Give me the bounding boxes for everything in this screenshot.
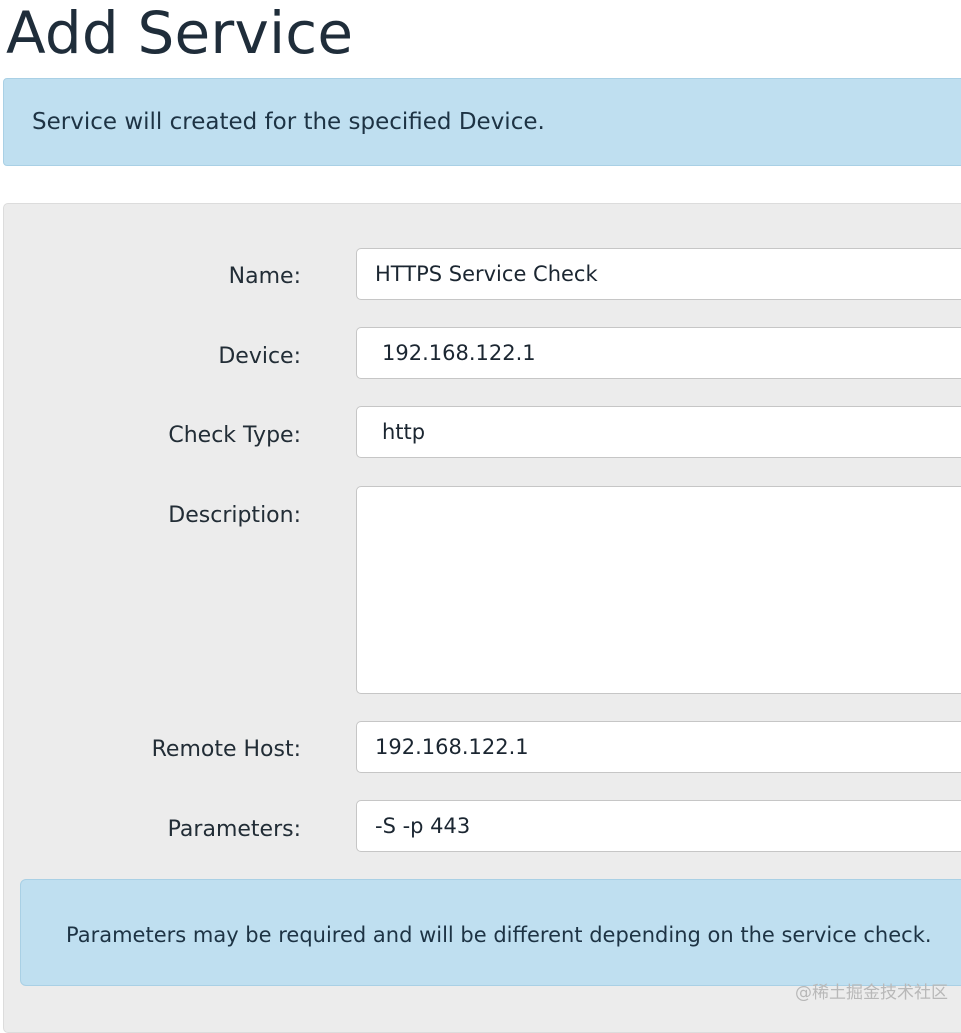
parameters-field[interactable]: -S -p 443 [356, 800, 961, 852]
check-type-select[interactable]: http [356, 406, 961, 458]
info-banner: Service will created for the specified D… [3, 78, 961, 166]
remote-host-field-value: 192.168.122.1 [375, 735, 529, 759]
check-type-label: Check Type: [168, 423, 301, 448]
parameters-label: Parameters: [167, 817, 301, 842]
description-label: Description: [168, 503, 301, 528]
parameters-hint-text: Parameters may be required and will be d… [66, 923, 932, 947]
parameters-hint-banner: Parameters may be required and will be d… [20, 879, 961, 986]
check-type-select-value: http [382, 420, 426, 444]
parameters-field-value: -S -p 443 [375, 814, 471, 838]
description-textarea[interactable] [356, 486, 961, 694]
watermark: @稀土掘金技术社区 [795, 983, 948, 1003]
name-field[interactable]: HTTPS Service Check [356, 248, 961, 300]
page-title: Add Service [6, 0, 354, 67]
name-label: Name: [228, 264, 301, 289]
device-label: Device: [218, 344, 301, 369]
device-select-value: 192.168.122.1 [382, 341, 536, 365]
name-field-value: HTTPS Service Check [375, 262, 598, 286]
device-select[interactable]: 192.168.122.1 [356, 327, 961, 379]
info-banner-text: Service will created for the specified D… [32, 109, 545, 135]
remote-host-label: Remote Host: [151, 737, 301, 762]
remote-host-field[interactable]: 192.168.122.1 [356, 721, 961, 773]
